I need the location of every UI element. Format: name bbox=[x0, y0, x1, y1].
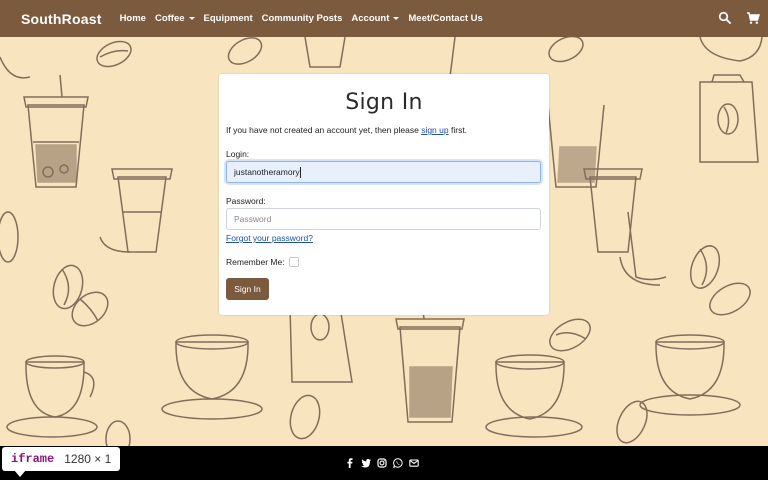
caret-down-icon bbox=[393, 17, 400, 20]
nav-equipment[interactable]: Equipment bbox=[204, 13, 253, 24]
badge-dimensions: 1280 × 1 bbox=[64, 452, 112, 466]
devtools-element-badge: iframe 1280 × 1 bbox=[2, 447, 120, 471]
password-input[interactable]: Password bbox=[226, 208, 541, 230]
search-icon[interactable] bbox=[718, 11, 732, 25]
password-label: Password: bbox=[226, 196, 266, 206]
badge-tag-name: iframe bbox=[11, 452, 55, 466]
signin-button[interactable]: Sign In bbox=[226, 278, 269, 300]
nav-community-posts[interactable]: Community Posts bbox=[262, 13, 343, 24]
nav-account-dropdown[interactable]: Account bbox=[351, 13, 400, 24]
nav-meet-contact[interactable]: Meet/Contact Us bbox=[408, 13, 482, 24]
nav-equipment-label: Equipment bbox=[203, 13, 253, 24]
nav-coffee-dropdown[interactable]: Coffee bbox=[155, 13, 195, 24]
remember-me-row: Remember Me: bbox=[226, 257, 299, 267]
remember-me-label: Remember Me: bbox=[226, 257, 285, 267]
caret-down-icon bbox=[188, 17, 195, 20]
page-title: Sign In bbox=[345, 90, 423, 115]
whatsapp-icon[interactable] bbox=[393, 458, 403, 468]
nav-home-label: Home bbox=[119, 13, 146, 24]
login-input[interactable]: justanotheramory bbox=[226, 161, 541, 183]
cart-icon[interactable] bbox=[746, 11, 760, 25]
facebook-icon[interactable] bbox=[345, 458, 355, 468]
signup-prompt-text: If you have not created an account yet, … bbox=[226, 125, 419, 135]
text-cursor bbox=[299, 166, 301, 178]
login-input-value: justanotheramory bbox=[234, 167, 300, 177]
twitter-icon[interactable] bbox=[361, 458, 371, 468]
nav-coffee-label: Coffee bbox=[154, 13, 185, 24]
badge-pointer bbox=[14, 470, 26, 477]
signin-card: Sign In If you have not created an accou… bbox=[219, 74, 549, 315]
remember-me-checkbox[interactable] bbox=[288, 257, 299, 267]
nav-home[interactable]: Home bbox=[120, 13, 146, 24]
signup-prompt-suffix: first. bbox=[450, 125, 468, 135]
forgot-password-link[interactable]: Forgot your password? bbox=[226, 233, 313, 243]
password-placeholder: Password bbox=[234, 214, 272, 224]
social-links bbox=[345, 458, 419, 468]
nav-community-posts-label: Community Posts bbox=[261, 13, 343, 24]
brand-logo[interactable]: SouthRoast bbox=[21, 11, 102, 27]
signup-link[interactable]: sign up bbox=[421, 125, 448, 135]
login-label: Login: bbox=[226, 149, 250, 159]
signup-prompt: If you have not created an account yet, … bbox=[226, 125, 467, 135]
nav-account-label: Account bbox=[351, 13, 390, 24]
top-navbar: SouthRoast Home Coffee Equipment Communi… bbox=[0, 0, 768, 37]
nav-meet-contact-label: Meet/Contact Us bbox=[408, 13, 483, 24]
navbar-actions bbox=[718, 11, 760, 25]
email-icon[interactable] bbox=[409, 458, 419, 468]
instagram-icon[interactable] bbox=[377, 458, 387, 468]
